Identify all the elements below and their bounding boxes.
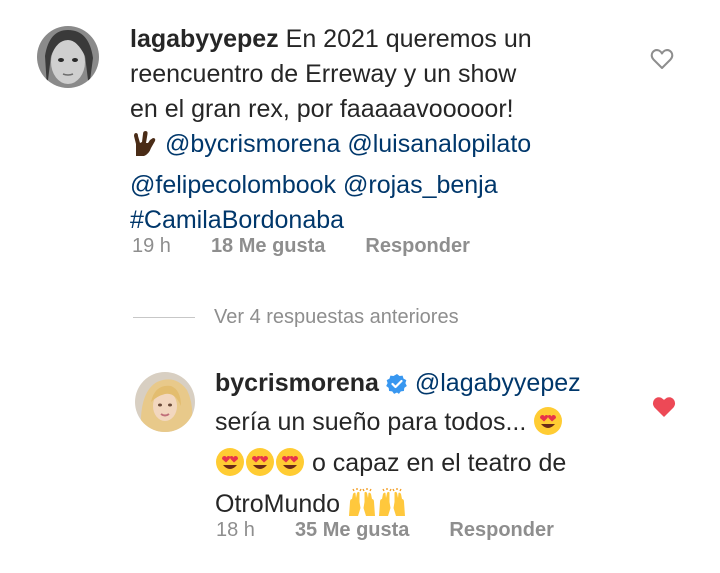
comment-meta: 18 h 35 Me gusta Responder xyxy=(216,519,554,542)
comment-text: lagabyyepez En 2021 queremos un reencuen… xyxy=(130,25,532,234)
heart-filled-icon xyxy=(652,397,676,417)
heart-outline-icon xyxy=(650,49,674,69)
heart-eyes-emoji xyxy=(215,447,245,487)
comment-lagabyyepez: lagabyyepez En 2021 queremos un reencuen… xyxy=(0,0,720,280)
like-button[interactable] xyxy=(652,396,676,423)
heart-eyes-emoji xyxy=(245,447,275,487)
mention-link[interactable]: @luisanalopilato xyxy=(347,130,531,158)
mention-link[interactable]: @rojas_benja xyxy=(343,171,498,199)
rock-on-hand-emoji xyxy=(130,130,158,168)
heart-eyes-emoji xyxy=(533,406,563,446)
timestamp[interactable]: 19 h xyxy=(132,235,171,258)
view-previous-replies[interactable]: Ver 4 respuestas anteriores xyxy=(214,306,459,329)
reply-button[interactable]: Responder xyxy=(365,235,469,258)
timestamp[interactable]: 18 h xyxy=(216,519,255,542)
reply-bycrismorena: bycrismorena @lagabyyepez sería un sueño… xyxy=(0,350,720,573)
replies-divider xyxy=(133,317,195,318)
reply-text: bycrismorena @lagabyyepez sería un sueño… xyxy=(215,366,655,528)
mention-link[interactable]: @bycrismorena xyxy=(165,130,340,158)
hashtag-link[interactable]: #CamilaBordonaba xyxy=(130,206,344,234)
verified-badge-icon xyxy=(386,370,408,405)
likes-count[interactable]: 35 Me gusta xyxy=(295,519,409,542)
like-button[interactable] xyxy=(650,48,674,75)
mention-link[interactable]: @felipecolombook xyxy=(130,171,336,199)
username[interactable]: lagabyyepez xyxy=(130,25,279,53)
avatar[interactable] xyxy=(135,372,195,432)
comment-meta: 19 h 18 Me gusta Responder xyxy=(132,235,470,258)
avatar[interactable] xyxy=(37,26,99,88)
heart-eyes-emoji xyxy=(275,447,305,487)
likes-count[interactable]: 18 Me gusta xyxy=(211,235,325,258)
reply-button[interactable]: Responder xyxy=(449,519,553,542)
username[interactable]: bycrismorena xyxy=(215,369,379,397)
mention-link[interactable]: @lagabyyepez xyxy=(415,369,581,397)
